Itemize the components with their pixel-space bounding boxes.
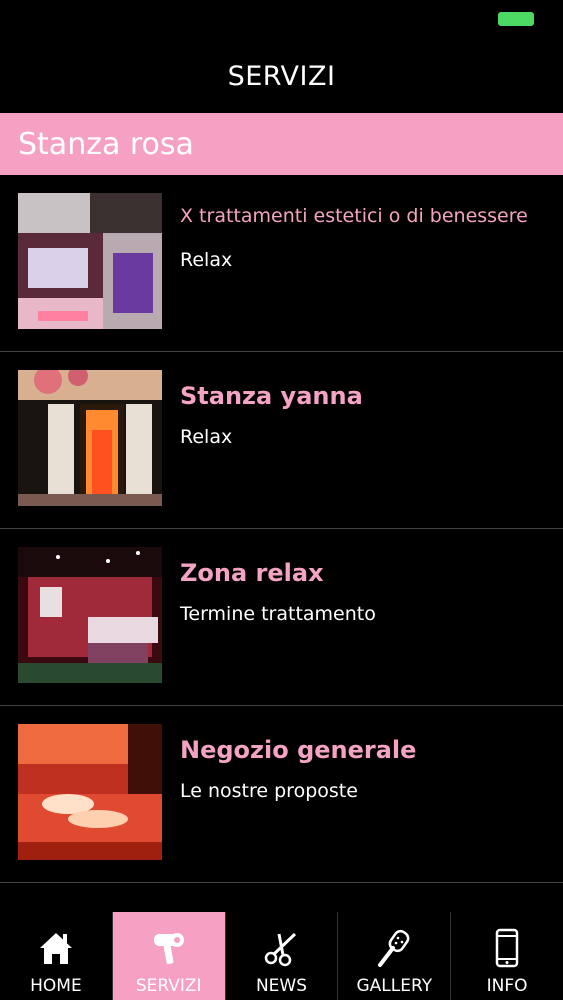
thumbnail-image xyxy=(18,724,162,860)
page-title: SERVIZI xyxy=(227,60,336,92)
item-title: Negozio generale xyxy=(180,736,417,764)
brush-icon xyxy=(378,929,410,967)
phone-icon xyxy=(495,928,519,968)
item-title: X trattamenti estetici o di benessere xyxy=(180,205,528,227)
section-header: Stanza rosa xyxy=(0,113,563,175)
thumbnail-image xyxy=(18,370,162,506)
tab-home[interactable]: HOME xyxy=(0,912,112,1000)
tab-label: HOME xyxy=(30,976,82,996)
list-item[interactable]: Negozio generale Le nostre proposte xyxy=(0,706,563,883)
hair-dryer-icon xyxy=(153,933,184,965)
tab-servizi[interactable]: SERVIZI xyxy=(111,912,225,1000)
tab-label: SERVIZI xyxy=(135,976,202,996)
tab-info[interactable]: INFO xyxy=(450,912,563,1000)
status-bar xyxy=(0,0,563,40)
thumbnail-image xyxy=(18,547,162,683)
tab-news[interactable]: NEWS xyxy=(224,912,338,1000)
tab-label: GALLERY xyxy=(356,976,433,996)
home-icon xyxy=(39,933,72,964)
item-subtitle: Termine trattamento xyxy=(180,603,376,625)
battery-icon xyxy=(498,12,534,26)
item-subtitle: Relax xyxy=(180,249,233,271)
tab-label: NEWS xyxy=(255,976,308,996)
list-item[interactable]: X trattamenti estetici o di benessere Re… xyxy=(0,175,563,352)
item-title: Stanza yanna xyxy=(180,382,363,410)
item-subtitle: Le nostre proposte xyxy=(180,780,358,802)
item-subtitle: Relax xyxy=(180,426,233,448)
tab-gallery[interactable]: GALLERY xyxy=(337,912,450,1000)
nav-bar: SERVIZI xyxy=(0,40,563,112)
scissors-icon xyxy=(265,932,297,967)
tab-bar: HOME SERVIZI NEWS GALLERY INFO xyxy=(0,912,563,1000)
service-list: X trattamenti estetici o di benessere Re… xyxy=(0,175,563,883)
item-title: Zona relax xyxy=(180,559,324,587)
list-item[interactable]: Stanza yanna Relax xyxy=(0,352,563,529)
list-item[interactable]: Zona relax Termine trattamento xyxy=(0,529,563,706)
section-title: Stanza rosa xyxy=(18,126,194,162)
tab-label: INFO xyxy=(486,976,528,996)
thumbnail-image xyxy=(18,193,162,329)
